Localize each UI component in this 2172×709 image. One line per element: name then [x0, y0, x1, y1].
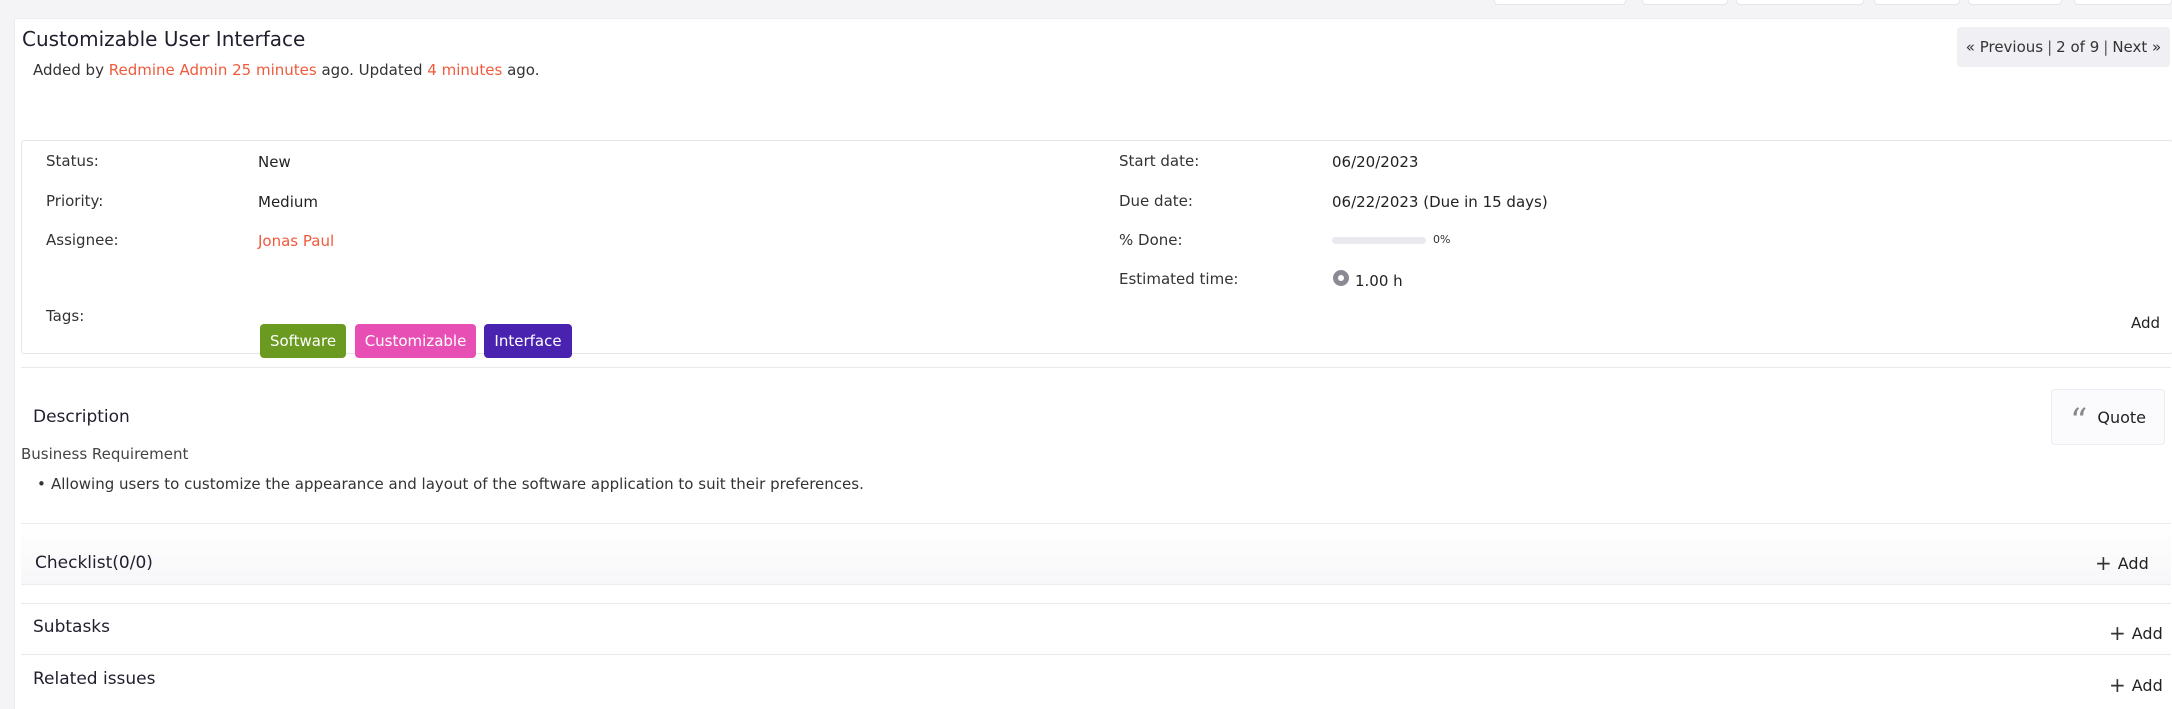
issue-meta: Added by Redmine Admin 25 minutes ago. U… [33, 61, 540, 79]
status-value: New [258, 153, 291, 171]
estimated-time-label: Estimated time: [1119, 270, 1239, 288]
attributes-panel [21, 140, 2172, 354]
related-issues-heading: Related issues [33, 669, 156, 689]
added-by-prefix: Added by [33, 61, 104, 79]
description-bullet: Allowing users to customize the appearan… [37, 475, 864, 493]
tags-label: Tags: [46, 307, 85, 325]
description-subheading: Business Requirement [21, 445, 189, 463]
start-date-value: 06/20/2023 [1332, 153, 1419, 171]
next-link[interactable]: Next » [2110, 38, 2163, 56]
tag-label: Interface [494, 332, 562, 350]
plus-icon: + [2109, 621, 2126, 645]
toolbar-button[interactable] [1494, 0, 1626, 5]
previous-link[interactable]: « Previous [1964, 38, 2045, 56]
pager-separator: | [2047, 38, 2053, 56]
toolbar-button[interactable] [1968, 0, 2062, 5]
section-divider [21, 654, 2171, 655]
plus-icon: + [2095, 551, 2112, 575]
quote-icon: “ [2069, 401, 2088, 441]
related-issues-add-button[interactable]: + Add [2109, 675, 2163, 695]
tags-add-link[interactable]: Add [2131, 314, 2160, 332]
updated-time-link[interactable]: 4 minutes [427, 61, 502, 79]
pager-separator: | [2103, 38, 2109, 56]
description-heading: Description [33, 407, 130, 427]
meta-suffix: ago. [507, 61, 540, 79]
estimated-time-value: 1.00 h [1355, 272, 1403, 290]
tag-interface[interactable]: Interface [484, 324, 572, 358]
section-divider [21, 367, 2171, 368]
toolbar-button[interactable] [1642, 0, 1728, 5]
due-date-label: Due date: [1119, 192, 1193, 210]
start-date-label: Start date: [1119, 152, 1200, 170]
issue-pager: « Previous | 2 of 9 | Next » [1957, 27, 2170, 67]
checklist-add-label: Add [2117, 553, 2149, 573]
assignee-link[interactable]: Jonas Paul [258, 232, 334, 250]
updated-prefix: ago. Updated [321, 61, 423, 79]
author-link[interactable]: Redmine Admin [109, 61, 228, 79]
done-progress-bar [1332, 237, 1426, 244]
quote-button[interactable]: “ Quote [2051, 389, 2165, 445]
due-date-value: 06/22/2023 (Due in 15 days) [1332, 193, 1548, 211]
related-issues-add-label: Add [2131, 675, 2163, 695]
pager-position: 2 of 9 [2056, 38, 2100, 56]
priority-label: Priority: [46, 192, 104, 210]
plus-icon: + [2109, 673, 2126, 697]
tag-label: Software [269, 332, 337, 350]
toolbar-button[interactable] [1736, 0, 1864, 5]
done-percent-text: 0% [1433, 233, 1451, 246]
subtasks-add-label: Add [2131, 623, 2163, 643]
tag-label: Customizable [364, 332, 467, 350]
section-divider [21, 603, 2171, 604]
checklist-heading: Checklist(0/0) [35, 553, 153, 573]
quote-label: Quote [2097, 407, 2147, 427]
checklist-add-button[interactable]: + Add [2095, 553, 2149, 573]
toolbar-button[interactable] [2074, 0, 2172, 5]
assignee-label: Assignee: [46, 231, 119, 249]
subtasks-add-button[interactable]: + Add [2109, 623, 2163, 643]
stopwatch-icon [1333, 270, 1349, 286]
done-label: % Done: [1119, 231, 1183, 249]
tag-customizable[interactable]: Customizable [355, 324, 476, 358]
tag-software[interactable]: Software [260, 324, 346, 358]
top-toolbar-strip [0, 0, 2172, 18]
status-label: Status: [46, 152, 99, 170]
subtasks-heading: Subtasks [33, 617, 110, 637]
issue-card: Customizable User Interface Added by Red… [14, 18, 2172, 709]
checklist-section [21, 523, 2171, 585]
priority-value: Medium [258, 193, 318, 211]
toolbar-button[interactable] [1874, 0, 1960, 5]
issue-title: Customizable User Interface [22, 27, 306, 51]
added-time-link[interactable]: 25 minutes [232, 61, 317, 79]
